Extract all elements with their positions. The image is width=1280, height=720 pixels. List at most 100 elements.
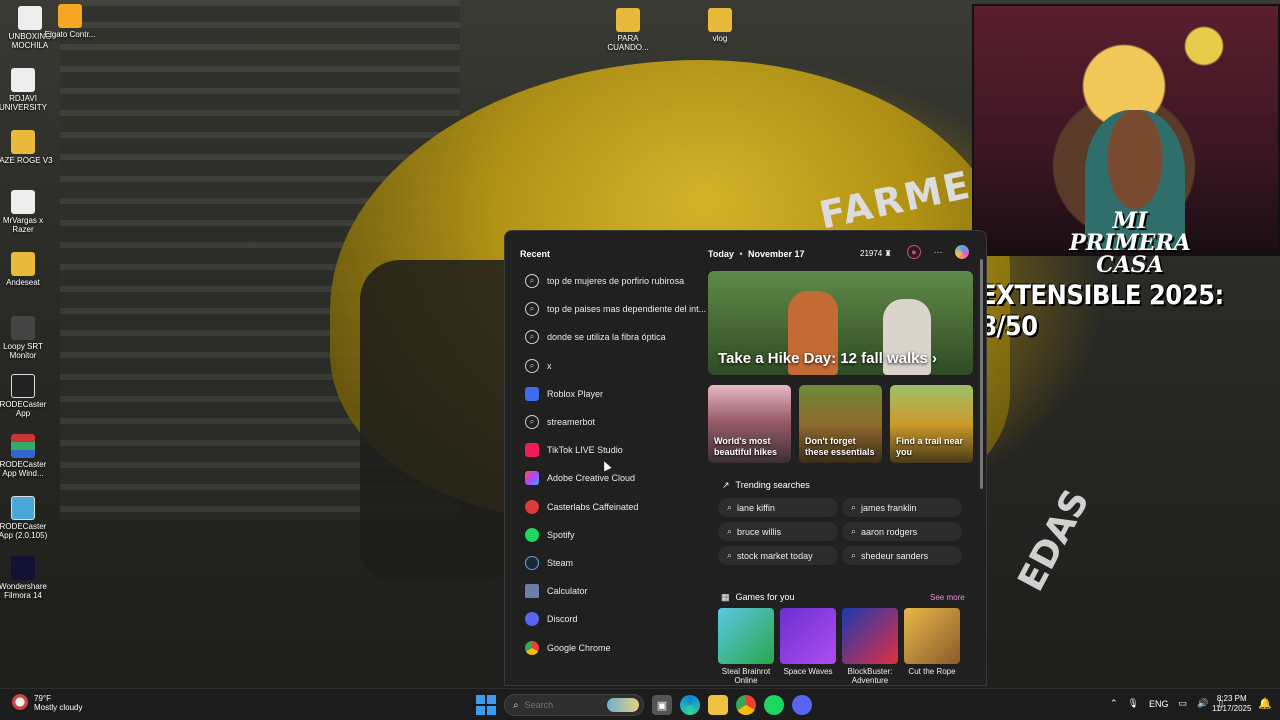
desktop-icon-label: Loopy SRT Monitor (3, 342, 43, 360)
desktop-icon-vlog[interactable]: vlog (690, 8, 750, 43)
recent-item[interactable]: top de mujeres de porfirio rubirosa (513, 267, 708, 295)
recent-header: Recent (520, 249, 551, 259)
desktop-icon-rodecaster-installer[interactable]: RODECaster App (2.0.105) (0, 496, 53, 540)
discord-icon[interactable] (792, 695, 812, 715)
desktop-icon-filmora[interactable]: Wondershare Filmora 14 (0, 556, 53, 600)
recent-item-tiktok[interactable]: TikTok LIVE Studio (513, 436, 708, 464)
desktop-icon-label: vlog (712, 34, 728, 43)
recent-item-label: streamerbot (547, 417, 596, 428)
desktop-icon-label: Wondershare Filmora 14 (0, 582, 47, 600)
recent-item-casterlabs[interactable]: Casterlabs Caffeinated (513, 493, 708, 521)
search-icon: ⌕ (851, 526, 857, 536)
story-card[interactable]: World's most beautiful hikes (708, 385, 791, 463)
search-icon: ⌕ (851, 550, 857, 560)
spotify-icon (525, 527, 539, 542)
search-history-icon (525, 415, 539, 430)
see-more-link[interactable]: See more (930, 593, 965, 602)
desktop-icon-mrvargas[interactable]: MrVargas x Razer (0, 190, 53, 234)
recent-item[interactable]: top de paises mas dependiente del int... (513, 295, 708, 323)
desktop-icon-elgato[interactable]: Elgato Contr... (40, 4, 100, 39)
elgato-icon (58, 4, 82, 28)
recent-item[interactable]: x (513, 352, 708, 380)
wallpaper-tire-text-2: EDAS (1010, 483, 1098, 598)
rar-icon (11, 434, 35, 458)
more-options-icon[interactable]: ⋯ (931, 245, 945, 259)
game-thumbnail (904, 608, 960, 664)
recent-item-label: x (547, 360, 552, 371)
desktop-icon-label: RAZE ROGE V3 (0, 156, 53, 165)
clock-time: 8:23 PM (1216, 694, 1247, 703)
story-card[interactable]: Find a trail near you (890, 385, 973, 463)
folder-icon (11, 252, 35, 276)
taskbar-search[interactable]: ⌕ (504, 694, 644, 716)
clock[interactable]: 8:23 PM 11/17/2025 (1212, 694, 1251, 714)
microphone-icon[interactable]: 🎙 (1128, 698, 1139, 709)
rewards-points-value: 21974 (860, 249, 883, 258)
story-card[interactable]: Don't forget these essentials (799, 385, 882, 463)
trending-search-pill[interactable]: ⌕ bruce willis (718, 522, 838, 541)
recent-item-roblox[interactable]: Roblox Player (513, 380, 708, 408)
profile-icon[interactable]: ● (907, 245, 921, 259)
spotify-icon[interactable] (764, 695, 784, 715)
file-icon (18, 6, 42, 30)
trending-search-pill[interactable]: ⌕ stock market today (718, 546, 838, 565)
recent-item-steam[interactable]: Steam (513, 549, 708, 577)
weather-widget[interactable]: 79°F Mostly cloudy (12, 694, 82, 712)
recent-item-spotify[interactable]: Spotify (513, 521, 708, 549)
taskbar-center: ⌕ ▣ (476, 694, 812, 716)
copilot-icon[interactable] (955, 245, 969, 259)
recent-item-label: donde se utiliza la fibra óptica (547, 332, 666, 343)
desktop-icon-raze-roge[interactable]: RAZE ROGE V3 (0, 130, 53, 165)
volume-icon[interactable]: 🔊 (1197, 698, 1208, 709)
desktop-icon-rdjavi[interactable]: RDJAVI UNIVERSITY (0, 68, 53, 112)
game-tile[interactable]: Cut the Rope (904, 608, 960, 685)
desktop-icon-label: Andeseat (6, 278, 40, 287)
edge-icon[interactable] (680, 695, 700, 715)
notification-bell-icon[interactable]: 🔔 (1258, 697, 1272, 710)
trending-search-pill[interactable]: ⌕ lane kiffin (718, 498, 838, 517)
desktop-icon-para-cuando[interactable]: PARA CUANDO... (598, 8, 658, 52)
recent-item-calculator[interactable]: Calculator (513, 577, 708, 605)
chevron-up-icon[interactable]: ⌃ (1110, 698, 1118, 709)
task-view-icon[interactable]: ▣ (652, 695, 672, 715)
trending-search-pill[interactable]: ⌕ james franklin (842, 498, 962, 517)
recent-item-discord[interactable]: Discord (513, 605, 708, 633)
recent-item-chrome[interactable]: Google Chrome (513, 633, 708, 661)
search-icon: ⌕ (513, 699, 519, 711)
rewards-points[interactable]: 21974 ♜ (860, 249, 892, 258)
search-history-icon (525, 358, 539, 373)
recent-item-label: Google Chrome (547, 642, 611, 653)
game-tile[interactable]: Steal Brainrot Online (718, 608, 774, 685)
recent-item[interactable]: donde se utiliza la fibra óptica (513, 323, 708, 351)
game-thumbnail (842, 608, 898, 664)
file-explorer-icon[interactable] (708, 695, 728, 715)
recent-item-label: Roblox Player (547, 388, 604, 399)
recent-item-label: Adobe Creative Cloud (547, 473, 636, 484)
chrome-icon[interactable] (736, 695, 756, 715)
language-indicator[interactable]: ENG (1149, 699, 1169, 709)
game-thumbnail (780, 608, 836, 664)
search-icon: ⌕ (727, 502, 733, 512)
desktop-icon-rodecaster-wind[interactable]: RODECaster App Wind... (0, 434, 53, 478)
games-row: Steal Brainrot Online Space Waves BlockB… (718, 608, 960, 685)
chevron-right-icon: › (932, 350, 938, 367)
start-button[interactable] (476, 695, 496, 715)
network-icon[interactable]: ▭ (1179, 698, 1188, 709)
desktop-icon-rodecaster-app[interactable]: RODECaster App (0, 374, 53, 418)
game-tile[interactable]: BlockBuster: Adventure (842, 608, 898, 685)
desktop-icon-loopy-srt[interactable]: Loopy SRT Monitor (0, 316, 53, 360)
recent-item-adobe[interactable]: Adobe Creative Cloud (513, 464, 708, 492)
trending-search-pill[interactable]: ⌕ shedeur sanders (842, 546, 962, 565)
desktop-icon-andeseat[interactable]: Andeseat (0, 252, 53, 287)
trending-search-pill[interactable]: ⌕ aaron rodgers (842, 522, 962, 541)
search-flyout: Recent top de mujeres de porfirio rubiro… (504, 230, 987, 686)
recent-item-label: Discord (547, 614, 578, 625)
desktop-icon-label: MrVargas x Razer (2, 216, 44, 234)
hero-story[interactable]: Take a Hike Day: 12 fall walks › (708, 271, 973, 375)
recent-item-label: top de mujeres de porfirio rubirosa (547, 276, 685, 287)
search-input[interactable] (524, 700, 595, 710)
rodecaster-icon (11, 374, 35, 398)
game-tile[interactable]: Space Waves (780, 608, 836, 685)
recent-item[interactable]: streamerbot (513, 408, 708, 436)
panel-scrollbar[interactable] (980, 259, 983, 489)
